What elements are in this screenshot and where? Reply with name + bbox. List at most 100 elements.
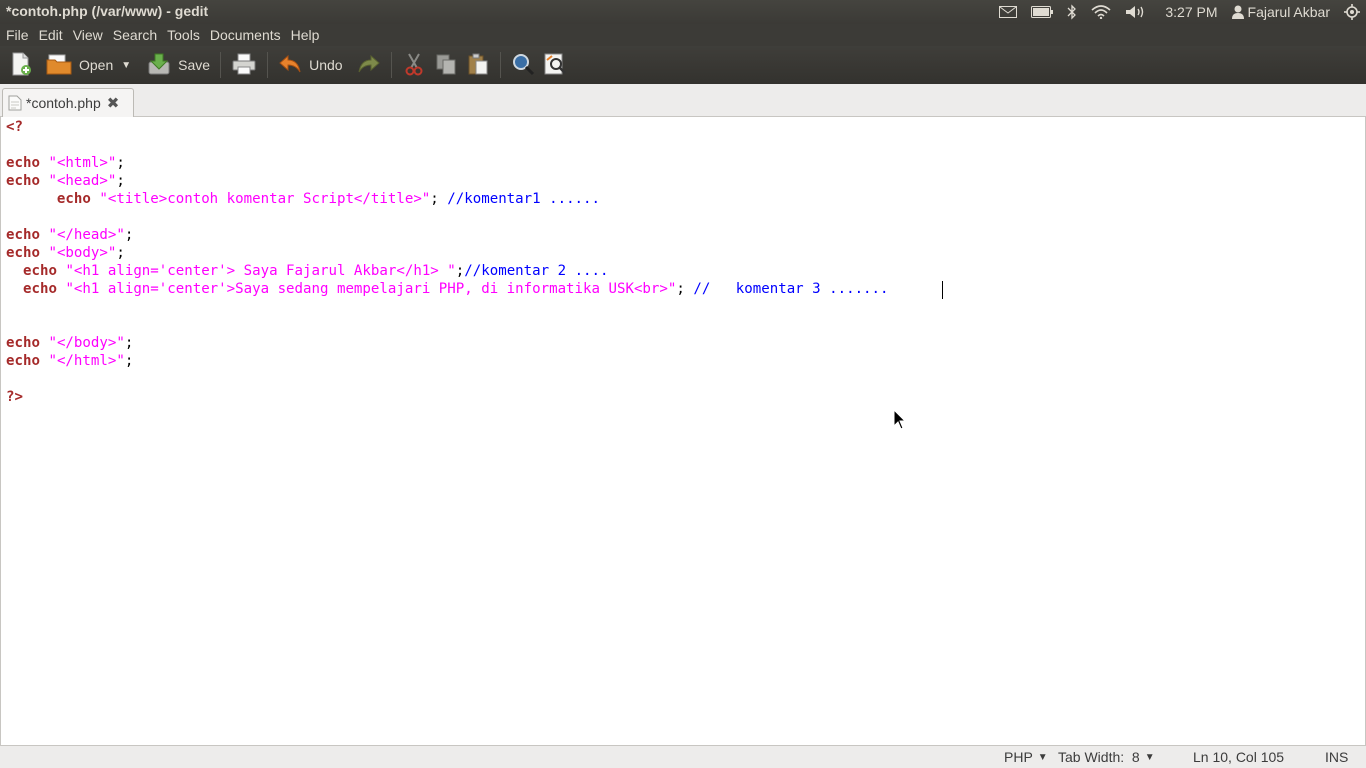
code-token: echo xyxy=(22,263,57,279)
new-document-icon xyxy=(10,52,32,79)
code-token: ?> xyxy=(6,389,23,405)
code-token: <? xyxy=(6,119,23,135)
battery-icon[interactable] xyxy=(1031,6,1054,18)
tab-contoh-php[interactable]: *contoh.php ✖ xyxy=(2,88,134,117)
open-button[interactable]: Open ▼ xyxy=(42,48,135,82)
close-icon[interactable]: ✖ xyxy=(107,96,120,111)
code-token: ; xyxy=(124,335,134,351)
code-token: "<h1 align='center'>Saya sedang mempelaj… xyxy=(65,281,677,297)
code-token: "<body>" xyxy=(48,245,117,261)
open-label: Open xyxy=(79,57,114,73)
code-token: ; xyxy=(116,245,125,261)
copy-icon xyxy=(434,52,458,79)
save-label: Save xyxy=(178,57,211,73)
cut-button[interactable] xyxy=(398,48,430,82)
code-token: echo xyxy=(6,353,40,369)
user-menu[interactable]: Fajarul Akbar xyxy=(1231,4,1330,20)
code-token: ; xyxy=(116,173,125,189)
code-line: <? xyxy=(6,118,23,136)
user-icon xyxy=(1231,5,1244,19)
code-token: "<h1 align='center'> Saya Fajarul Akbar<… xyxy=(65,263,456,279)
code-token: echo xyxy=(56,191,91,207)
chevron-down-icon: ▼ xyxy=(1037,751,1048,763)
code-token: "</html>" xyxy=(48,353,125,369)
power-icon[interactable] xyxy=(1344,4,1360,20)
indicator-area: 3:27 PM Fajarul Akbar xyxy=(985,0,1360,24)
code-token: echo xyxy=(6,155,40,171)
language-label: PHP xyxy=(1004,749,1033,765)
insert-mode[interactable]: INS xyxy=(1325,749,1348,765)
code-token: echo xyxy=(6,173,40,189)
code-line: echo "</head>"; xyxy=(6,226,133,244)
scissors-icon xyxy=(402,52,426,79)
tab-width-selector[interactable]: Tab Width: 8 ▼ xyxy=(1058,749,1155,765)
tab-title: *contoh.php xyxy=(26,95,101,111)
code-token: echo xyxy=(6,227,40,243)
code-token: echo xyxy=(22,281,57,297)
code-line: echo "<head>"; xyxy=(6,172,125,190)
clock[interactable]: 3:27 PM xyxy=(1165,4,1217,20)
language-selector[interactable]: PHP ▼ xyxy=(1004,749,1048,765)
undo-label: Undo xyxy=(309,57,343,73)
code-token: ; xyxy=(455,263,465,279)
menu-help[interactable]: Help xyxy=(286,27,325,43)
code-token: ; xyxy=(676,281,694,297)
code-line: echo "</html>"; xyxy=(6,352,133,370)
toolbar-separator xyxy=(267,52,269,78)
text-caret xyxy=(942,281,943,299)
mail-icon[interactable] xyxy=(999,6,1018,18)
toolbar-separator xyxy=(499,52,501,78)
code-token: "<html>" xyxy=(48,155,117,171)
code-line: echo "<h1 align='center'> Saya Fajarul A… xyxy=(6,262,609,280)
copy-button[interactable] xyxy=(430,48,462,82)
bluetooth-icon[interactable] xyxy=(1067,4,1077,20)
code-editor[interactable]: <? echo "<html>"; echo "<head>"; echo "<ti… xyxy=(0,117,1366,745)
print-button[interactable] xyxy=(227,48,261,82)
new-button[interactable] xyxy=(6,48,36,82)
code-token: // komentar 3 ....... xyxy=(693,281,889,297)
save-icon xyxy=(147,52,171,79)
save-button[interactable]: Save xyxy=(143,48,214,82)
code-token: echo xyxy=(6,245,40,261)
chevron-down-icon: ▼ xyxy=(1144,751,1155,763)
toolbar: Open ▼ Save Undo xyxy=(0,46,1366,84)
redo-button[interactable] xyxy=(353,48,385,82)
menu-documents[interactable]: Documents xyxy=(205,27,286,43)
code-token: //komentar 2 .... xyxy=(464,263,609,279)
menu-search[interactable]: Search xyxy=(108,27,162,43)
menu-edit[interactable]: Edit xyxy=(34,27,68,43)
code-token: //komentar1 ...... xyxy=(447,191,601,207)
redo-arrow-icon xyxy=(357,53,381,78)
code-token: "</body>" xyxy=(48,335,125,351)
folder-icon xyxy=(46,52,72,79)
wifi-icon[interactable] xyxy=(1091,5,1111,19)
open-recent-dropdown-icon[interactable]: ▼ xyxy=(121,60,131,71)
code-token: echo xyxy=(6,335,40,351)
paste-button[interactable] xyxy=(462,48,494,82)
volume-icon[interactable] xyxy=(1125,5,1145,19)
undo-arrow-icon xyxy=(278,53,302,78)
code-line: echo "</body>"; xyxy=(6,334,133,352)
code-line: echo "<title>contoh komentar Script</tit… xyxy=(6,190,600,208)
undo-button[interactable]: Undo xyxy=(274,48,346,82)
menu-tools[interactable]: Tools xyxy=(162,27,205,43)
code-line: ?> xyxy=(6,388,23,406)
menu-file[interactable]: File xyxy=(0,27,34,43)
code-token: ; xyxy=(124,353,134,369)
menu-view[interactable]: View xyxy=(68,27,108,43)
tab-bar: *contoh.php ✖ xyxy=(0,84,1366,117)
code-token: ; xyxy=(124,227,134,243)
find-replace-button[interactable] xyxy=(539,48,571,82)
menubar: File Edit View Search Tools Documents He… xyxy=(0,24,1366,46)
php-file-icon xyxy=(8,95,22,111)
toolbar-separator xyxy=(220,52,222,78)
code-line: echo "<html>"; xyxy=(6,154,125,172)
printer-icon xyxy=(231,52,257,79)
find-replace-icon xyxy=(543,52,567,79)
find-button[interactable] xyxy=(507,48,539,82)
clipboard-icon xyxy=(466,52,490,79)
tab-width-label: Tab Width: 8 xyxy=(1058,749,1140,765)
toolbar-separator xyxy=(390,52,392,78)
